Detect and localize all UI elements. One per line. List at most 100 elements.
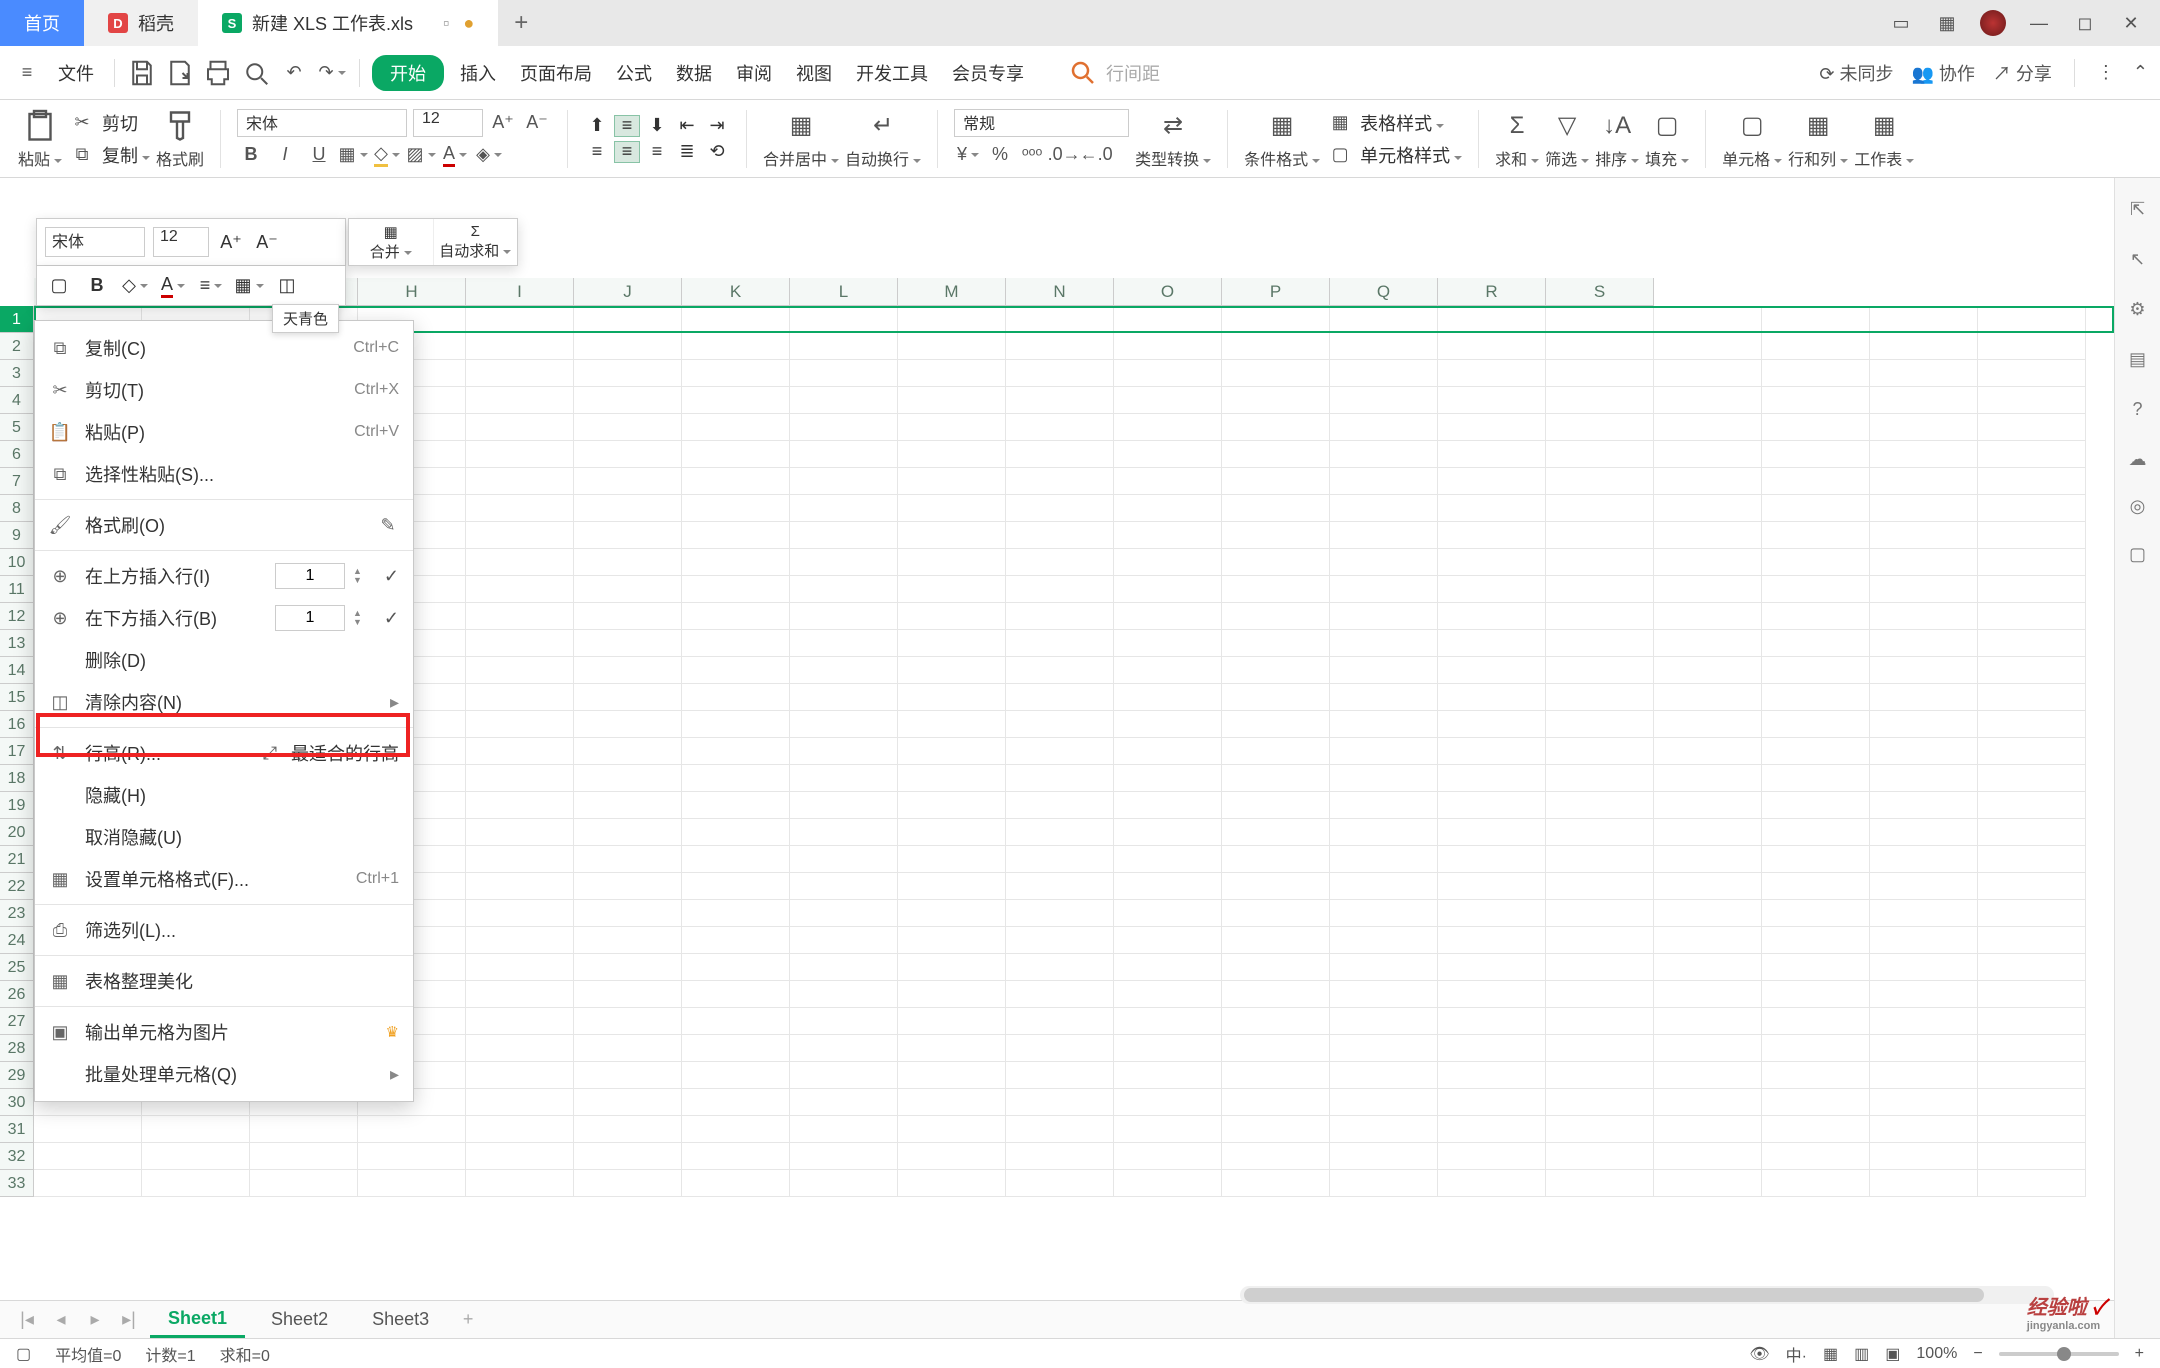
col-header[interactable]: I (466, 278, 574, 306)
ctx-insert-above[interactable]: ⊕在上方插入行(I)▲▼✓ (35, 555, 413, 597)
row-header[interactable]: 21 (0, 846, 34, 873)
layout-icon[interactable]: ▭ (1888, 13, 1914, 34)
paste-group[interactable]: 粘贴 (18, 108, 62, 170)
pattern-button[interactable]: ▨ (407, 141, 435, 169)
ctx-delete[interactable]: 删除(D) (35, 639, 413, 681)
indent-inc[interactable]: ⇥ (704, 115, 730, 137)
row-header[interactable]: 1 (0, 306, 34, 333)
row-header[interactable]: 32 (0, 1143, 34, 1170)
row-header[interactable]: 7 (0, 468, 34, 495)
tab-file-active[interactable]: S 新建 XLS 工作表.xls ▫ ● (198, 0, 498, 46)
row-header[interactable]: 16 (0, 711, 34, 738)
sp-settings-icon[interactable]: ⚙ (2125, 296, 2151, 322)
highlight-button[interactable]: ◈ (475, 141, 503, 169)
row-header[interactable]: 29 (0, 1062, 34, 1089)
increase-font-icon[interactable]: A⁺ (489, 109, 517, 137)
sheet-tab-3[interactable]: Sheet3 (354, 1303, 447, 1336)
number-format-select[interactable]: 常规 (954, 109, 1129, 137)
rowcol-button[interactable]: ▦行和列 (1788, 108, 1848, 170)
row-header[interactable]: 11 (0, 576, 34, 603)
zoom-slider[interactable] (1999, 1352, 2119, 1356)
row-header[interactable]: 19 (0, 792, 34, 819)
mini-border[interactable]: ▦ (235, 272, 263, 300)
view-normal-icon[interactable]: ▦ (1823, 1344, 1838, 1364)
undo-icon[interactable]: ↶ (279, 58, 309, 88)
col-header[interactable]: R (1438, 278, 1546, 306)
mini-autosum[interactable]: Σ自动求和 (433, 219, 518, 265)
menu-insert[interactable]: 插入 (452, 56, 504, 90)
mini-inc-font[interactable]: A⁺ (217, 228, 245, 256)
ctx-insert-below[interactable]: ⊕在下方插入行(B)▲▼✓ (35, 597, 413, 639)
zoom-in-button[interactable]: + (2135, 1345, 2144, 1363)
ctx-copy[interactable]: ⧉复制(C)Ctrl+C (35, 327, 413, 369)
menu-member[interactable]: 会员专享 (944, 56, 1032, 90)
col-header[interactable]: L (790, 278, 898, 306)
menu-file[interactable]: 文件 (50, 56, 102, 90)
sheet-nav-next[interactable]: ▸ (82, 1309, 108, 1330)
orientation[interactable]: ⟲ (704, 141, 730, 163)
avatar[interactable] (1980, 10, 2006, 36)
mini-format[interactable]: ▢ (45, 272, 73, 300)
saveas-icon[interactable] (165, 58, 195, 88)
table-style[interactable]: ▦表格样式 (1326, 109, 1462, 137)
sheet-button[interactable]: ▦工作表 (1854, 108, 1914, 170)
row-header[interactable]: 20 (0, 819, 34, 846)
sheet-nav-prev[interactable]: ◂ (48, 1309, 74, 1330)
sp-rocket-icon[interactable]: ⇱ (2125, 196, 2151, 222)
font-color-button[interactable]: A (441, 141, 469, 169)
ctx-row-height[interactable]: ⇅ 行高(R)... ⤢最适合的行高 (35, 732, 413, 774)
row-header[interactable]: 24 (0, 927, 34, 954)
minimize-button[interactable]: — (2026, 13, 2052, 34)
col-header[interactable]: O (1114, 278, 1222, 306)
menu-review[interactable]: 审阅 (728, 56, 780, 90)
row-header[interactable]: 4 (0, 387, 34, 414)
mini-font-size[interactable]: 12 (153, 227, 209, 257)
filter-button[interactable]: ▽筛选 (1545, 108, 1589, 170)
cut-button[interactable]: ✂剪切 (68, 109, 150, 137)
sum-button[interactable]: Σ求和 (1495, 108, 1539, 170)
sort-button[interactable]: ↓A排序 (1595, 108, 1639, 170)
align-justify[interactable]: ≣ (674, 141, 700, 163)
status-mode-icon[interactable]: ▢ (16, 1344, 31, 1364)
sp-help-icon[interactable]: ? (2125, 396, 2151, 422)
mini-font-name[interactable]: 宋体 (45, 227, 145, 257)
confirm-icon[interactable]: ✓ (384, 566, 399, 587)
format-painter[interactable]: 格式刷 (156, 108, 204, 170)
col-header[interactable]: N (1006, 278, 1114, 306)
row-header[interactable]: 10 (0, 549, 34, 576)
tab-menu-icon[interactable]: ▫ (443, 13, 449, 34)
horizontal-scrollbar[interactable] (1240, 1286, 2054, 1304)
menu-page[interactable]: 页面布局 (512, 56, 600, 90)
col-header[interactable]: J (574, 278, 682, 306)
mini-bold[interactable]: B (83, 272, 111, 300)
col-header[interactable]: S (1546, 278, 1654, 306)
col-header[interactable]: H (358, 278, 466, 306)
ctx-format-painter[interactable]: 🖌格式刷(O)✎ (35, 504, 413, 546)
view-break-icon[interactable]: ▣ (1885, 1344, 1900, 1364)
row-header[interactable]: 27 (0, 1008, 34, 1035)
fill-color-button[interactable]: ◇ (373, 141, 401, 169)
mini-dec-font[interactable]: A⁻ (253, 228, 281, 256)
row-header[interactable]: 9 (0, 522, 34, 549)
print-icon[interactable] (203, 58, 233, 88)
row-header[interactable]: 30 (0, 1089, 34, 1116)
row-header[interactable]: 28 (0, 1035, 34, 1062)
ctx-filter-col[interactable]: ⎙筛选列(L)... (35, 909, 413, 951)
search-placeholder[interactable]: 行间距 (1106, 60, 1160, 86)
menu-formula[interactable]: 公式 (608, 56, 660, 90)
underline-button[interactable]: U (305, 141, 333, 169)
row-header[interactable]: 3 (0, 360, 34, 387)
align-right[interactable]: ≡ (644, 141, 670, 163)
ctx-paste-special[interactable]: ⧉选择性粘贴(S)... (35, 453, 413, 495)
mini-eraser[interactable]: ◫ (273, 272, 301, 300)
row-header[interactable]: 6 (0, 441, 34, 468)
ctx-cut[interactable]: ✂剪切(T)Ctrl+X (35, 369, 413, 411)
row-header[interactable]: 31 (0, 1116, 34, 1143)
add-sheet-button[interactable]: + (455, 1309, 481, 1330)
zoom-value[interactable]: 100% (1916, 1345, 1957, 1363)
more-icon[interactable]: ⋮ (2097, 62, 2115, 83)
mini-merge[interactable]: ▦合并 (349, 219, 433, 265)
comma-icon[interactable]: ᵒᵒᵒ (1018, 141, 1046, 169)
close-button[interactable]: ✕ (2118, 13, 2144, 34)
mini-fontcolor[interactable]: A (159, 272, 187, 300)
